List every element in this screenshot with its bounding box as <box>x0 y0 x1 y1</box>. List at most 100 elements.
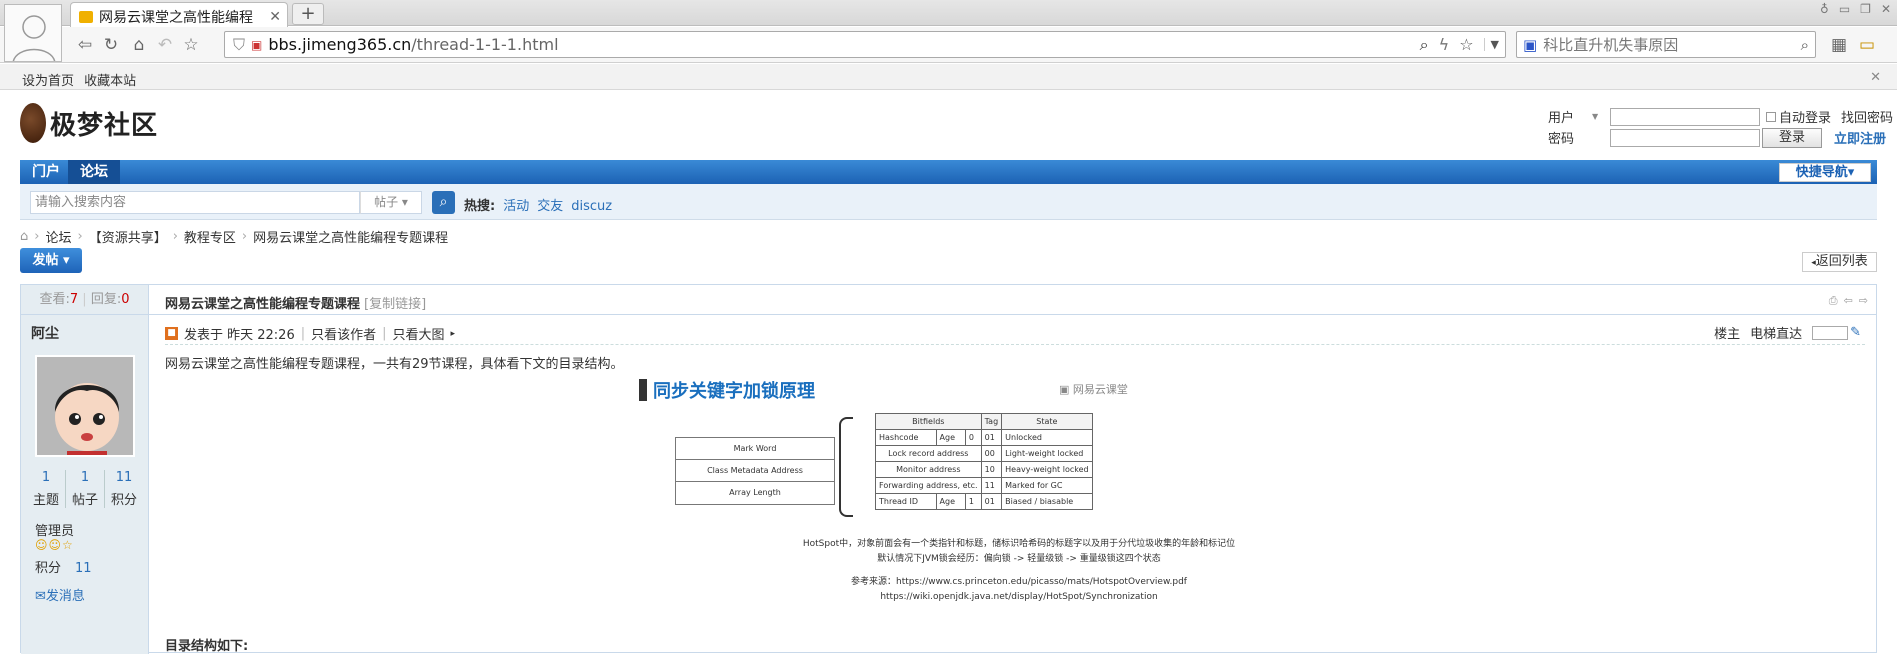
home-icon[interactable]: ⌂ <box>128 35 150 55</box>
login-button[interactable]: 登录 <box>1762 127 1822 148</box>
table-cell: 1 <box>964 493 982 510</box>
new-tab-button[interactable]: + <box>292 3 324 25</box>
breadcrumb: ⌂ › 论坛 › 【资源共享】 › 教程专区 › 网易云课堂之高性能编程专题课程 <box>20 227 449 246</box>
count-topics[interactable]: 1 主题 <box>27 470 66 508</box>
back-to-list-label: 返回列表 <box>1815 254 1868 269</box>
restore-icon[interactable]: ❐ <box>1860 2 1871 16</box>
favorite-star-icon[interactable]: ☆ <box>180 35 202 55</box>
post-button[interactable]: 发帖 ▾ <box>20 248 82 273</box>
table-cell: Monitor address <box>875 461 982 478</box>
table-cell: 11 <box>980 477 1003 494</box>
table-cell: Lock record address <box>875 445 982 462</box>
hot-item-discuz[interactable]: discuz <box>571 199 612 214</box>
table-cell: Thread ID <box>875 493 937 510</box>
register-link[interactable]: 立即注册 <box>1834 128 1886 147</box>
th-tag: Tag <box>980 413 1003 430</box>
quick-nav-button[interactable]: 快捷导航▾ <box>1779 163 1871 182</box>
print-icon[interactable]: ⎙ <box>1829 294 1838 308</box>
table-cell: 01 <box>980 493 1003 510</box>
table-cell: 10 <box>980 461 1003 478</box>
lightning-icon[interactable]: ϟ <box>1439 35 1450 54</box>
count-label: 主题 <box>32 493 59 508</box>
browser-tab[interactable]: 网易云课堂之高性能编程 ✕ <box>70 2 288 27</box>
table-cell: Hashcode <box>875 429 937 446</box>
post-time: 发表于 昨天 22:26 <box>184 328 295 343</box>
minimize-icon[interactable]: ▭ <box>1839 2 1850 16</box>
grid-icon[interactable]: ▦ <box>1828 35 1850 55</box>
dropdown-chevron-icon[interactable]: ▼ <box>1483 38 1505 51</box>
breadcrumb-resources[interactable]: 【资源共享】 <box>89 227 167 246</box>
wrench-icon[interactable]: ✎ <box>1850 325 1861 340</box>
prev-thread-icon[interactable]: ⇦ <box>1844 294 1853 308</box>
table-cell: Unlocked <box>1001 429 1093 446</box>
hot-item-friends[interactable]: 交友 <box>537 199 563 214</box>
table-row: Thread ID Age 1 01 Biased / biasable <box>875 493 1093 510</box>
post-body-text: 网易云课堂之高性能编程专题课程，一共有29节课程，具体看下文的目录结构。 <box>165 357 624 372</box>
password-input[interactable] <box>1610 128 1760 147</box>
arrow-right-icon: ▸ <box>450 328 456 339</box>
nav-portal[interactable]: 门户 <box>20 160 72 184</box>
username-input[interactable] <box>1610 107 1760 126</box>
author-counts: 1 主题 1 帖子 11 积分 <box>27 470 143 508</box>
breadcrumb-thread[interactable]: 网易云课堂之高性能编程专题课程 <box>253 227 448 246</box>
browser-search-box[interactable]: ▣ 科比直升机失事原因 ⌕ <box>1516 31 1816 58</box>
author-name[interactable]: 阿尘 <box>21 315 148 343</box>
count-points[interactable]: 11 积分 <box>105 470 143 508</box>
undo-icon[interactable]: ↶ <box>154 35 176 55</box>
home-icon[interactable]: ⌂ <box>20 229 28 244</box>
search-icon[interactable]: ⌕ <box>1801 36 1809 54</box>
figure-ref-2: https://wiki.openjdk.java.net/display/Ho… <box>880 592 1158 602</box>
count-posts[interactable]: 1 帖子 <box>66 470 105 508</box>
battery-icon[interactable]: ▭ <box>1856 35 1878 55</box>
zoom-search-icon[interactable]: ⌕ <box>1420 35 1429 55</box>
table-cell: 01 <box>980 429 1003 446</box>
bookmark-set-homepage[interactable]: 设为首页 <box>22 74 74 89</box>
count-value: 1 <box>80 470 90 485</box>
main-nav-bar: 门户 论坛 快捷导航▾ <box>20 160 1877 184</box>
site-favicon-icon <box>79 11 93 23</box>
back-to-list-button[interactable]: ◂返回列表 <box>1802 252 1877 272</box>
search-bar: 请输入搜索内容 帖子 ▾ ⌕ 热搜: 活动 交友 discuz <box>20 184 1877 220</box>
nav-forum[interactable]: 论坛 <box>68 160 120 184</box>
breadcrumb-tutorials[interactable]: 教程专区 <box>184 227 236 246</box>
only-image-link[interactable]: 只看大图 <box>393 324 445 343</box>
figure-note-2: 默认情况下JVM锁会经历：偏向锁 -> 轻量级锁 -> 重量级锁这四个状态 <box>877 554 1161 564</box>
close-tab-icon[interactable]: ✕ <box>269 9 281 25</box>
page-icon: ▣ <box>251 37 263 52</box>
url-path: /thread-1-1-1.html <box>411 35 559 54</box>
send-message-link[interactable]: ✉发消息 <box>35 585 85 604</box>
bookmark-bar: 设为首页 收藏本站 ✕ <box>0 64 1897 90</box>
figure-notes: HotSpot中，对象前面会有一个类指针和标题，储标识哈希码的标题字以及用于分代… <box>639 537 1399 567</box>
thread-stats: 查看:7 | 回复:0 <box>21 285 148 315</box>
refresh-icon[interactable]: ↻ <box>100 35 122 55</box>
table-cell: Heavy-weight locked <box>1001 461 1093 478</box>
breadcrumb-forum[interactable]: 论坛 <box>45 227 71 246</box>
copy-link[interactable]: [复制链接] <box>364 297 426 312</box>
elevator-input[interactable] <box>1812 325 1849 340</box>
hot-item-activity[interactable]: 活动 <box>503 199 529 214</box>
auto-login-checkbox[interactable] <box>1766 111 1776 122</box>
browser-user-avatar[interactable] <box>4 4 62 62</box>
bookmark-add-favorite[interactable]: 收藏本站 <box>84 74 136 89</box>
table-cell: Biased / biasable <box>1001 493 1093 510</box>
address-bar[interactable]: ⛉ ▣ bbs.jimeng365.cn/thread-1-1-1.html ⌕… <box>224 31 1506 58</box>
skin-icon[interactable]: ♁ <box>1820 2 1829 16</box>
search-type-select[interactable]: 帖子 ▾ <box>360 191 422 214</box>
author-role[interactable]: 管理员 <box>35 520 74 539</box>
brace-icon <box>839 417 853 517</box>
close-bar-icon[interactable]: ✕ <box>1870 70 1881 85</box>
next-thread-icon[interactable]: ⇨ <box>1859 294 1868 308</box>
author-avatar[interactable] <box>35 355 135 457</box>
search-input[interactable]: 请输入搜索内容 <box>30 191 360 214</box>
user-label: 用户 <box>1548 111 1575 126</box>
search-button[interactable]: ⌕ <box>432 191 455 214</box>
post-image[interactable]: 同步关键字加锁原理 ▣ 网易云课堂 Mark Word Class Metada… <box>639 377 1399 627</box>
back-icon[interactable]: ⇦ <box>74 35 96 55</box>
only-author-link[interactable]: 只看该作者 <box>311 324 376 343</box>
find-password-link[interactable]: 找回密码 <box>1841 107 1893 126</box>
bookmark-star-icon[interactable]: ☆ <box>1459 35 1473 54</box>
close-window-icon[interactable]: ✕ <box>1881 2 1891 16</box>
site-logo[interactable]: 极梦社区 <box>20 103 158 143</box>
user-type-chevron-icon[interactable]: ▼ <box>1592 112 1600 121</box>
send-message-label: 发消息 <box>45 589 85 604</box>
